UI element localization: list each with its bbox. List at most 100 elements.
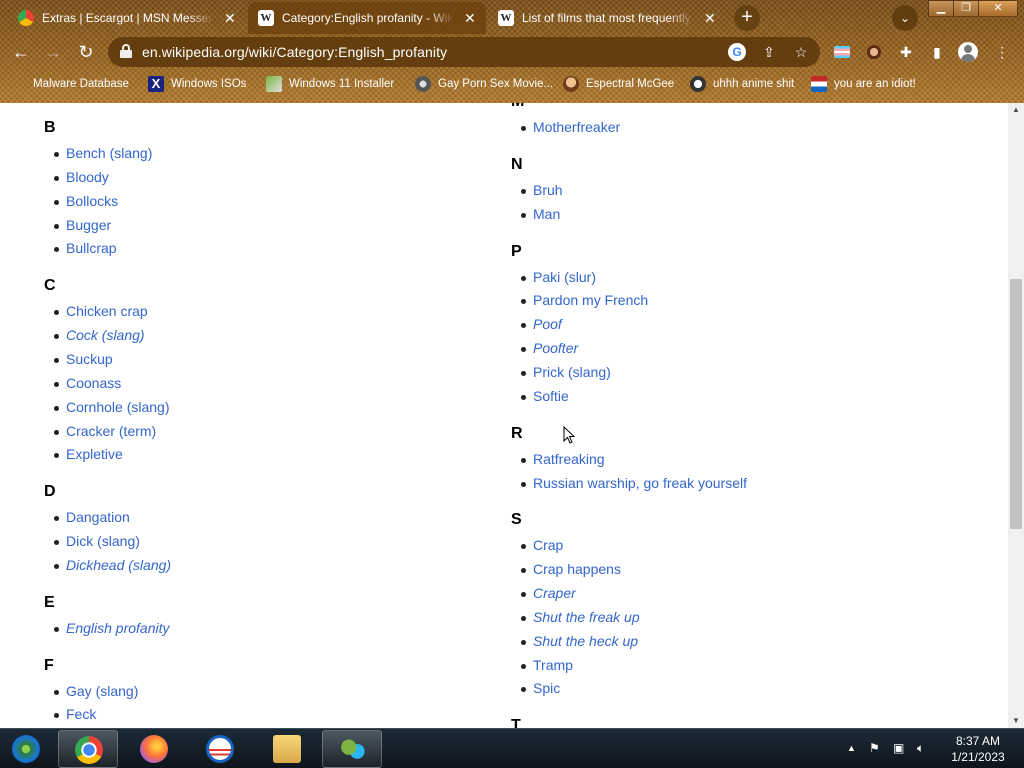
letter-heading-r: R xyxy=(511,424,523,442)
letter-heading-n: N xyxy=(511,155,523,173)
extension-avatar-icon[interactable] xyxy=(864,42,884,62)
category-link[interactable]: Pardon my French xyxy=(520,292,648,308)
category-link[interactable]: Dick (slang) xyxy=(54,533,140,549)
letter-heading-f: F xyxy=(44,656,54,674)
category-link[interactable]: Man xyxy=(520,206,560,222)
category-link[interactable]: Poof xyxy=(521,316,562,332)
category-link[interactable]: Cornhole (slang) xyxy=(54,399,170,415)
letter-heading-m: M xyxy=(511,103,524,111)
windows-taskbar: ▲ ⚑ ▣ 🔈︎ 8:37 AM 1/21/2023 xyxy=(0,728,1024,768)
network-icon[interactable]: ▣ xyxy=(893,741,904,755)
installer-icon xyxy=(266,76,282,92)
tab-strip: Extras | Escargot | MSN Messenger ✕ W Ca… xyxy=(0,0,1024,34)
tab-msn-escargot[interactable]: Extras | Escargot | MSN Messenger ✕ xyxy=(8,2,246,34)
category-link[interactable]: Dangation xyxy=(54,509,130,525)
page-scrollbar[interactable]: ▲ ▼ xyxy=(1008,103,1024,728)
url-text[interactable]: en.wikipedia.org/wiki/Category:English_p… xyxy=(142,44,447,60)
category-link[interactable]: Bench (slang) xyxy=(53,145,152,161)
chrome-taskbar-button[interactable] xyxy=(58,730,118,768)
category-link[interactable]: Coonass xyxy=(53,375,121,391)
category-link[interactable]: Feck xyxy=(53,706,96,722)
category-link[interactable]: Dickhead (slang) xyxy=(53,557,171,573)
category-link[interactable]: Tramp xyxy=(521,657,573,673)
scroll-up-arrow-icon[interactable]: ▲ xyxy=(1008,103,1024,117)
site-favicon-icon xyxy=(415,76,431,92)
google-lens-icon[interactable]: G xyxy=(728,43,746,61)
forward-button[interactable]: → xyxy=(41,40,65,64)
category-link[interactable]: Spic xyxy=(520,680,560,696)
show-hidden-icons-icon[interactable]: ▲ xyxy=(847,743,856,753)
category-link[interactable]: Prick (slang) xyxy=(521,364,611,380)
side-panel-icon[interactable]: ▮ xyxy=(927,42,947,62)
category-link[interactable]: Ratfreaking xyxy=(521,451,605,467)
tab-search-button[interactable]: ⌄ xyxy=(892,5,918,31)
clock-date: 1/21/2023 xyxy=(951,750,1005,764)
category-link[interactable]: Paki (slur) xyxy=(520,269,596,285)
category-link[interactable]: Bullcrap xyxy=(54,240,117,256)
extension-flag-icon[interactable] xyxy=(832,42,852,62)
close-window-button[interactable]: ✕ xyxy=(978,0,1018,17)
category-link[interactable]: Cock (slang) xyxy=(54,327,145,343)
menu-kebab-icon[interactable]: ⋮ xyxy=(992,42,1012,62)
category-link[interactable]: Bugger xyxy=(53,217,111,233)
category-link[interactable]: Chicken crap xyxy=(54,303,148,319)
close-icon[interactable]: ✕ xyxy=(224,10,236,27)
category-link[interactable]: Gay (slang) xyxy=(53,683,138,699)
category-link[interactable]: Crap happens xyxy=(521,561,621,577)
scrollbar-thumb[interactable] xyxy=(1010,279,1022,529)
category-link[interactable]: Suckup xyxy=(54,351,113,367)
volume-icon[interactable]: 🔈︎ xyxy=(917,741,924,756)
tab-category-english-profanity[interactable]: W Category:English profanity - Wikipedia… xyxy=(248,2,486,34)
windows-media-center-button[interactable] xyxy=(2,730,52,768)
firefox-taskbar-button[interactable] xyxy=(124,730,184,768)
bookmark-you-are-an-idiot[interactable]: you are an idiot! xyxy=(811,76,916,92)
minimize-button[interactable]: ▁ xyxy=(928,0,954,17)
bookmark-windows-11-installer[interactable]: Windows 11 Installer xyxy=(266,76,394,92)
wikipedia-favicon-icon: W xyxy=(258,10,274,26)
bookmark-gay-porn[interactable]: Gay Porn Sex Movie... xyxy=(415,76,553,92)
category-link[interactable]: Shut the freak up xyxy=(521,609,640,625)
tab-list-of-films[interactable]: W List of films that most frequently use… xyxy=(488,2,726,34)
bookmark-label: Malware Database xyxy=(33,78,129,90)
bookmark-star-icon[interactable]: ☆ xyxy=(792,43,810,61)
category-link[interactable]: Motherfreaker xyxy=(520,119,620,135)
category-link[interactable]: English profanity xyxy=(54,620,170,636)
category-link[interactable]: Crap xyxy=(520,537,563,553)
action-center-flag-icon[interactable]: ⚑ xyxy=(869,741,880,755)
bookmark-anime[interactable]: uhhh anime shit xyxy=(690,76,794,92)
category-link[interactable]: Expletive xyxy=(54,446,123,462)
category-link[interactable]: Poofter xyxy=(520,340,578,356)
file-explorer-button[interactable] xyxy=(257,730,317,768)
profile-icon[interactable] xyxy=(958,42,978,62)
system-clock[interactable]: 8:37 AM 1/21/2023 xyxy=(946,733,1010,765)
reload-button[interactable]: ↻ xyxy=(74,40,98,64)
category-link[interactable]: Russian warship, go freak yourself xyxy=(521,475,747,491)
category-link[interactable]: Craper xyxy=(521,585,576,601)
lock-icon[interactable] xyxy=(120,44,132,58)
bookmark-label: Gay Porn Sex Movie... xyxy=(438,78,554,90)
obama-logo-button[interactable] xyxy=(190,730,250,768)
category-link[interactable]: Bloody xyxy=(54,169,109,185)
bookmark-espectral-mcgee[interactable]: Espectral McGee xyxy=(563,76,674,92)
letter-heading-d: D xyxy=(44,483,56,501)
category-link[interactable]: Softie xyxy=(521,388,569,404)
letter-heading-e: E xyxy=(44,593,55,611)
address-bar[interactable]: en.wikipedia.org/wiki/Category:English_p… xyxy=(108,37,820,67)
restore-button[interactable]: ❐ xyxy=(953,0,979,17)
close-icon[interactable]: ✕ xyxy=(464,10,476,27)
back-button[interactable]: ← xyxy=(9,40,33,64)
share-icon[interactable]: ⇪ xyxy=(760,43,778,61)
category-link[interactable]: Cracker (term) xyxy=(53,423,156,439)
bookmark-windows-isos[interactable]: X Windows ISOs xyxy=(148,76,246,92)
close-icon[interactable]: ✕ xyxy=(704,10,716,27)
mouse-cursor-icon xyxy=(563,426,575,444)
category-link[interactable]: Bollocks xyxy=(53,193,118,209)
extensions-puzzle-icon[interactable]: ✚ xyxy=(896,42,916,62)
category-link[interactable]: Shut the heck up xyxy=(520,633,638,649)
msn-messenger-button[interactable] xyxy=(322,730,382,768)
bookmarks-bar: Malware Database X Windows ISOs Windows … xyxy=(0,70,1024,98)
bookmark-malware-database[interactable]: Malware Database xyxy=(14,76,129,92)
category-link[interactable]: Bruh xyxy=(521,182,563,198)
new-tab-button[interactable]: + xyxy=(734,5,760,31)
scroll-down-arrow-icon[interactable]: ▼ xyxy=(1008,714,1024,728)
